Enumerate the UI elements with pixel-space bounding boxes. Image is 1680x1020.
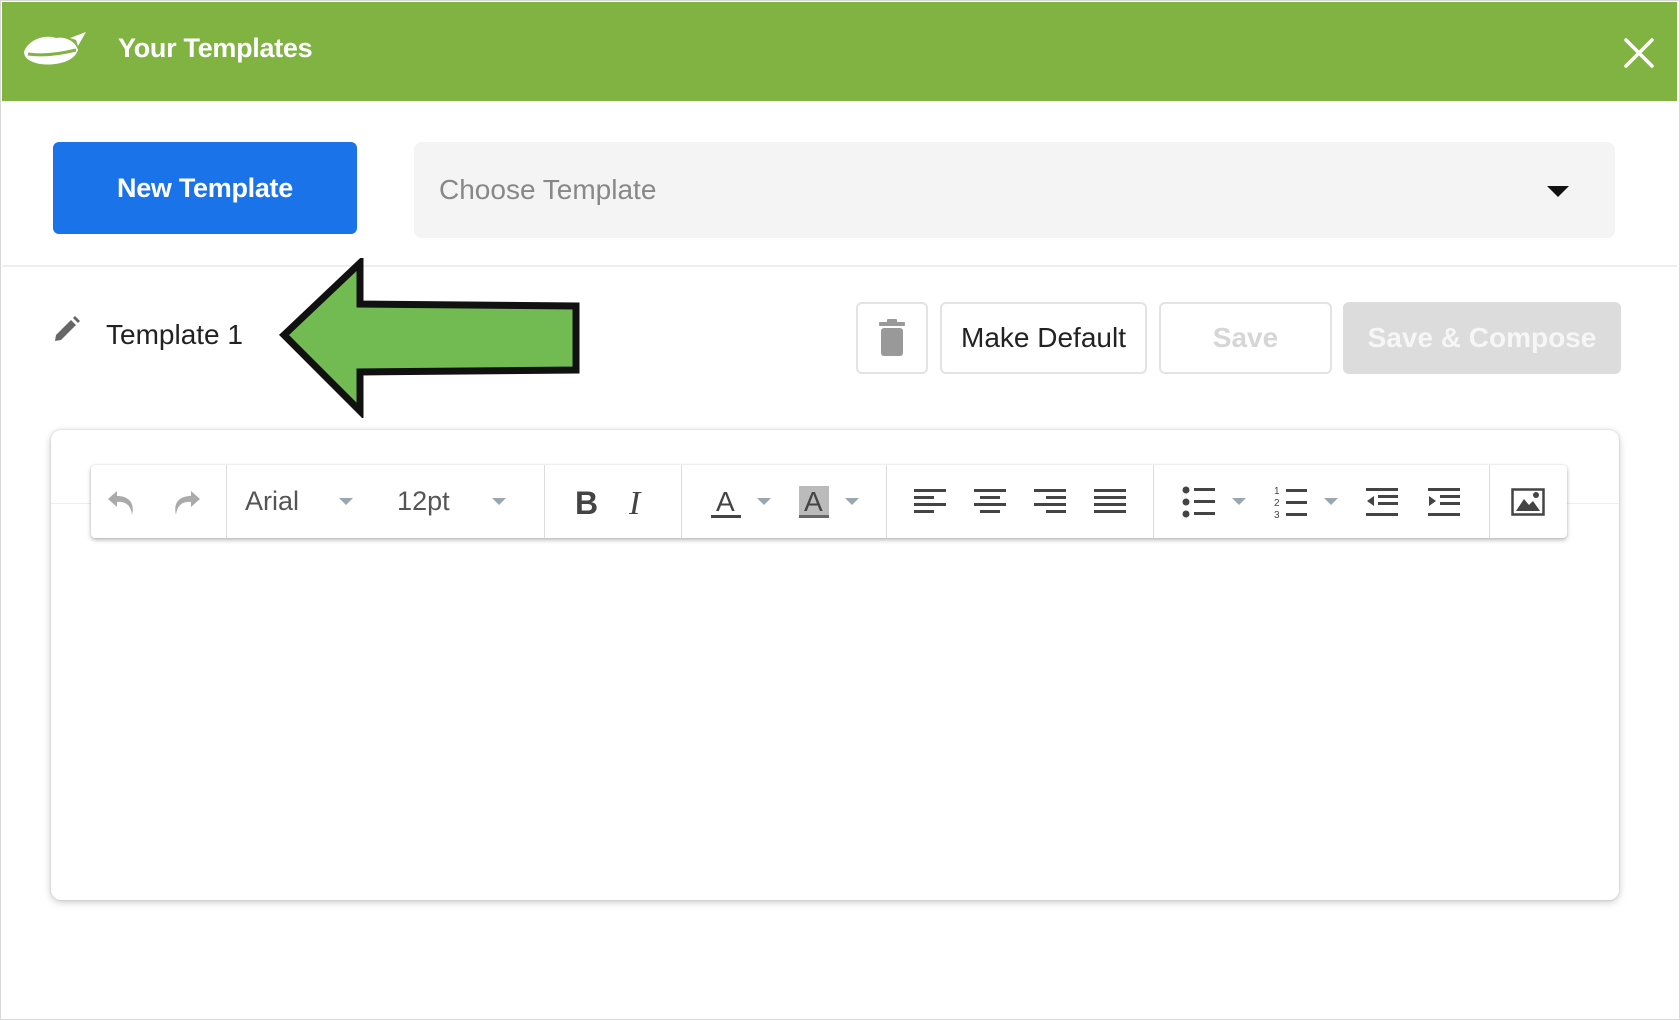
editor-content[interactable] [51,540,1619,900]
italic-button[interactable]: I [626,465,654,538]
font-family-value: Arial [245,486,300,516]
trash-icon [879,319,905,356]
close-icon[interactable] [1622,36,1656,70]
indent-icon [1428,487,1461,516]
annotation-arrow [278,258,580,418]
image-icon [1511,487,1545,516]
format-group: B I [545,465,682,538]
color-group: A A [682,465,887,538]
make-default-button[interactable]: Make Default [940,302,1147,374]
undo-button[interactable] [105,465,139,538]
bullet-list-icon [1182,486,1215,517]
undo-icon [108,490,133,515]
insert-group [1490,465,1566,538]
pencil-icon[interactable] [52,314,82,344]
font-group: Arial 12pt [227,465,545,538]
editor-toolbar: Arial 12pt B I A A 1 2 3 [91,465,1567,538]
bold-button[interactable]: B [572,465,600,538]
background-color-icon: A [799,485,830,518]
align-justify-icon [1094,488,1126,513]
chevron-down-icon [491,498,506,505]
chevron-down-icon [339,498,354,505]
outdent-button[interactable] [1365,465,1399,538]
font-size-value: 12pt [397,486,450,516]
svg-text:A: A [804,486,823,517]
background-color-button[interactable]: A [797,465,860,538]
delete-template-button[interactable] [856,302,928,374]
section-divider [2,265,1677,267]
insert-image-button[interactable] [1511,465,1545,538]
svg-text:3: 3 [1274,510,1280,519]
template-name[interactable]: Template 1 [106,319,243,351]
align-center-button[interactable] [973,465,1007,538]
text-color-button[interactable]: A [709,465,771,538]
outdent-icon [1366,487,1399,516]
dialog-title: Your Templates [118,33,313,63]
font-family-select[interactable]: Arial [227,465,387,538]
template-editor: Arial 12pt B I A A 1 2 3 [51,430,1619,900]
choose-template-placeholder: Choose Template [439,174,657,205]
history-group [91,465,227,538]
align-justify-button[interactable] [1093,465,1127,538]
bold-icon: B [575,485,598,519]
svg-text:B: B [575,485,598,519]
save-button[interactable]: Save [1159,302,1332,374]
redo-icon [175,490,200,515]
logo-icon [24,32,86,65]
align-left-button[interactable] [913,465,947,538]
save-and-compose-button[interactable]: Save & Compose [1343,302,1621,374]
svg-text:A: A [716,486,735,517]
chevron-down-icon [845,498,860,505]
numbered-list-button[interactable]: 123 [1274,465,1338,538]
redo-button[interactable] [169,465,203,538]
chevron-down-icon [1231,498,1246,505]
bullet-list-button[interactable] [1182,465,1246,538]
italic-icon: I [628,485,642,519]
font-size-select[interactable]: 12pt [387,465,544,538]
align-group [887,465,1154,538]
chevron-down-icon [1547,186,1569,197]
align-left-icon [914,488,946,513]
chevron-down-icon [1323,498,1338,505]
align-right-icon [1034,488,1066,513]
list-group: 123 [1154,465,1490,538]
indent-button[interactable] [1427,465,1461,538]
chevron-down-icon [756,498,771,505]
numbered-list-icon: 123 [1274,486,1307,519]
new-template-button[interactable]: New Template [53,142,357,234]
dialog-header: Your Templates [2,2,1677,101]
align-right-button[interactable] [1033,465,1067,538]
svg-text:I: I [628,485,642,519]
align-center-icon [974,488,1006,513]
svg-text:1: 1 [1274,486,1280,497]
choose-template-dropdown[interactable]: Choose Template [414,142,1615,238]
text-color-icon: A [710,486,741,518]
svg-text:2: 2 [1274,498,1280,509]
